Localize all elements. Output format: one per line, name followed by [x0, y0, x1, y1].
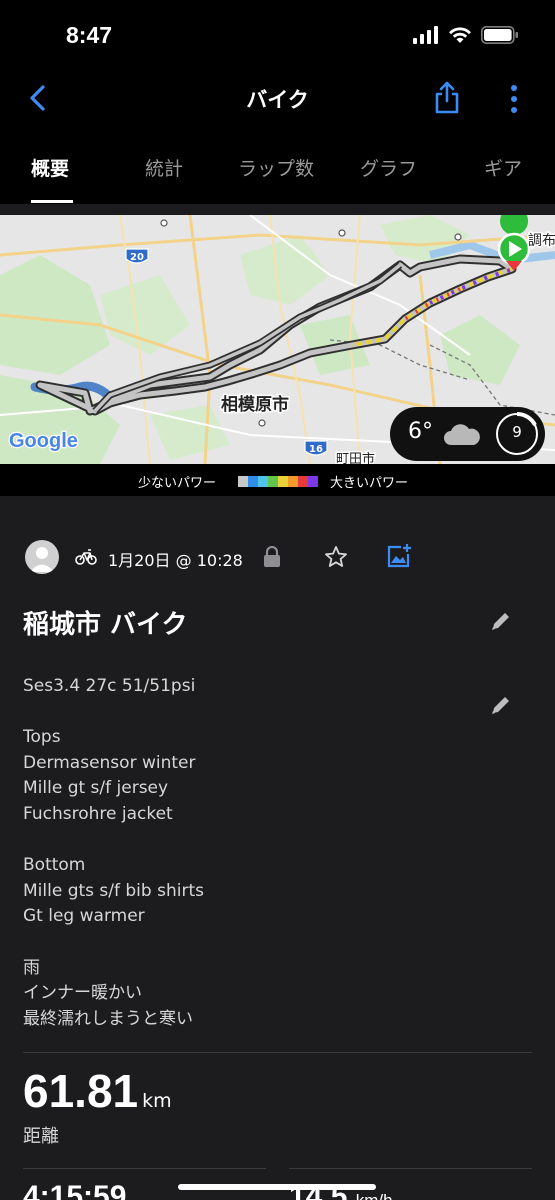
section-divider [0, 204, 555, 215]
note-line: インナー暖かい [23, 983, 142, 1004]
divider [289, 1168, 532, 1169]
legend-swatch [278, 476, 288, 487]
activity-title: 稲城市 バイク [23, 610, 188, 640]
speed-value: 14.5 [289, 1180, 348, 1200]
time-value: 4:15:59 [23, 1180, 127, 1200]
map-city-label: 相模原市 [221, 394, 289, 415]
note-line: Mille gt s/f jersey [23, 778, 169, 799]
map-city-label-3: 調布 [528, 233, 555, 249]
map-city-label-2: 町田市 [336, 451, 375, 464]
note-line: Fuchsrohre jacket [23, 803, 173, 824]
add-photo-icon[interactable] [386, 543, 412, 569]
bike-icon [75, 549, 97, 565]
activity-date: 1月20日 @ 10:28 [108, 551, 243, 570]
home-indicator[interactable] [178, 1184, 376, 1190]
power-legend: 少ないパワー 大きいパワー [0, 464, 555, 496]
speed-unit: km/h [356, 1191, 393, 1200]
legend-swatch [288, 476, 298, 487]
speed-stat: 14.5 km/h [289, 1180, 393, 1200]
weather-badge: 6° 9 [390, 407, 545, 461]
legend-swatch [248, 476, 258, 487]
wind-speed: 9 [512, 423, 522, 441]
distance-label: 距離 [23, 1126, 59, 1147]
avatar-person-icon [30, 547, 54, 572]
legend-high-label: 大きいパワー [330, 476, 409, 491]
activity-meta-row: 1月20日 @ 10:28 [0, 540, 555, 580]
note-line [23, 930, 473, 956]
note-line [23, 828, 473, 854]
status-icons [413, 26, 519, 44]
route-map[interactable]: 20 16 相模原市 町田市 調布 Google 6° 9 [0, 215, 555, 464]
tab-gear[interactable]: ギア [484, 154, 522, 181]
note-line: Gt leg warmer [23, 906, 145, 927]
note-line: Bottom [23, 855, 86, 876]
note-line [23, 700, 473, 726]
legend-color-bar [238, 476, 318, 487]
divider [23, 1168, 266, 1169]
share-icon[interactable] [434, 80, 460, 114]
tab-laps[interactable]: ラップ数 [238, 154, 314, 181]
note-line: Dermasensor winter [23, 752, 196, 773]
legend-low-label: 少ないパワー [138, 476, 217, 491]
activity-notes: Ses3.4 27c 51/51psi Tops Dermasensor winte… [23, 674, 473, 1032]
tab-bar: 概要 統計 ラップ数 グラフ ギア [0, 140, 555, 204]
battery-icon [481, 26, 518, 44]
activity-details: 1月20日 @ 10:28 稲城市 バイク Ses3.4 27c 51/51ps… [0, 496, 555, 1200]
distance-value: 61.81 [23, 1065, 139, 1117]
status-time: 8:47 [66, 22, 113, 48]
cloud-icon [444, 424, 480, 445]
edit-notes-icon[interactable] [490, 694, 512, 716]
star-icon[interactable] [324, 545, 348, 569]
note-line: Ses3.4 27c 51/51psi [23, 676, 196, 696]
active-tab-indicator [31, 200, 73, 203]
route-16-label: 16 [309, 444, 323, 455]
legend-swatch [298, 476, 308, 487]
edit-title-icon[interactable] [490, 610, 512, 632]
note-line: Mille gts s/f bib shirts [23, 880, 204, 901]
legend-swatch [308, 476, 318, 487]
nav-bar: バイク [0, 76, 555, 120]
page-title: バイク [246, 88, 309, 112]
route-20-label: 20 [130, 252, 144, 263]
tab-stats[interactable]: 統計 [145, 154, 183, 181]
note-line: 雨 [23, 957, 40, 978]
tab-graph[interactable]: グラフ [360, 154, 417, 181]
legend-swatch [268, 476, 278, 487]
status-bar: 8:47 [0, 0, 555, 76]
distance-unit: km [142, 1090, 172, 1112]
wind-gauge: 9 [494, 411, 540, 457]
distance-stat: 61.81 km 距離 [23, 1064, 172, 1148]
avatar[interactable] [25, 540, 59, 574]
note-line: 最終濡れしまうと寒い [23, 1008, 193, 1029]
lock-icon[interactable] [263, 546, 281, 568]
legend-swatch [238, 476, 248, 487]
legend-swatch [258, 476, 268, 487]
wifi-icon [449, 27, 471, 43]
note-line: Tops [23, 727, 61, 748]
more-vertical-icon[interactable] [508, 82, 520, 116]
divider [23, 1052, 532, 1053]
signal-icon [413, 26, 438, 44]
tab-overview[interactable]: 概要 [31, 154, 69, 181]
weather-temp: 6° [408, 419, 433, 444]
google-logo: Google [9, 430, 78, 452]
